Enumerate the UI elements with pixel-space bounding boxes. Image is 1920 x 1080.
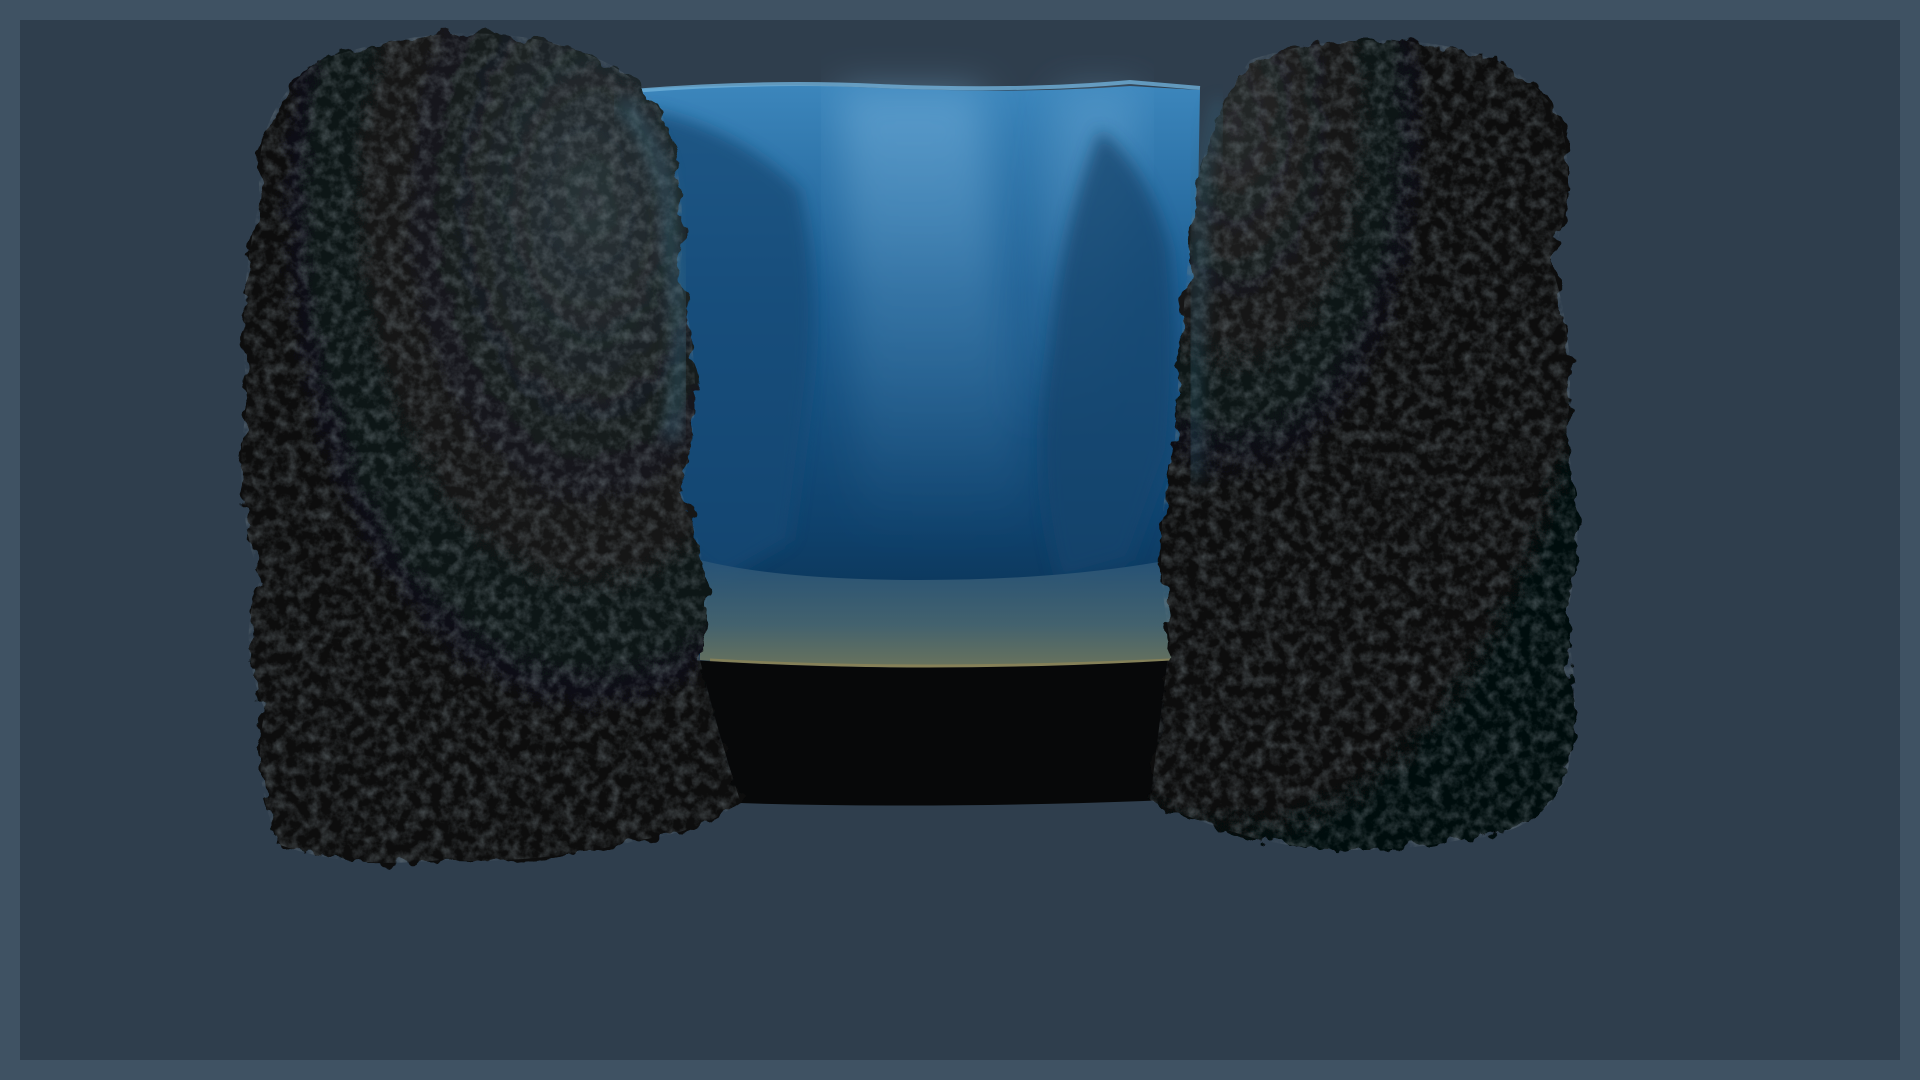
cave-floor-shadow [690, 660, 1180, 806]
right-rock-pillar [1150, 40, 1578, 850]
left-rock-pillar [241, 33, 740, 863]
underwater-cave-render [241, 33, 1578, 863]
render-viewport [20, 20, 1900, 1060]
water-volume [619, 79, 1201, 669]
window-frame [0, 0, 1920, 1080]
